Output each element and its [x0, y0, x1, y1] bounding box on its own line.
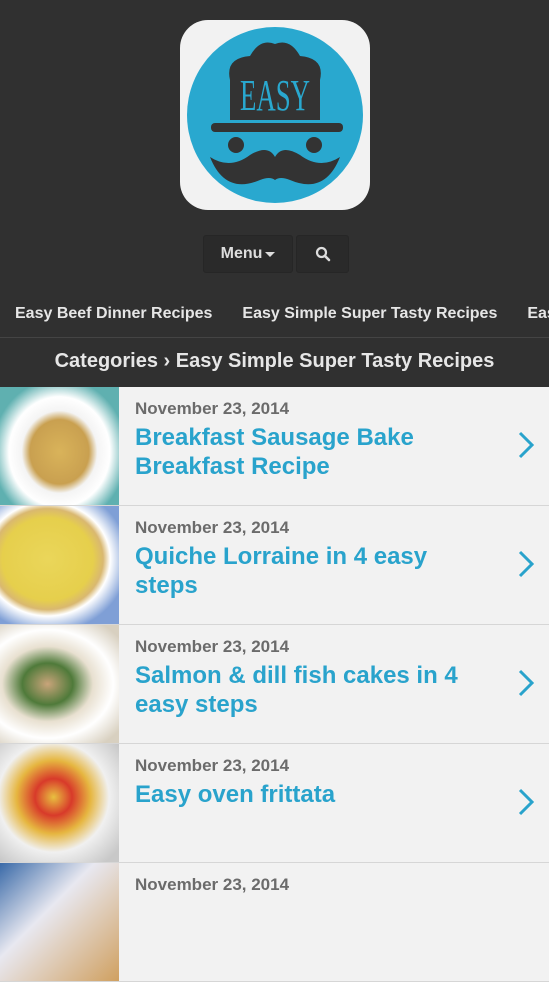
post-title[interactable]: Salmon & dill fish cakes in 4 easy steps [135, 661, 489, 719]
thumbnail [0, 863, 119, 981]
chevron-right-icon [518, 550, 535, 578]
post-date: November 23, 2014 [135, 518, 290, 537]
post-list: November 23, 2014 Breakfast Sausage Bake … [0, 387, 549, 982]
chevron-right-icon [518, 431, 535, 459]
thumbnail [0, 625, 119, 743]
search-button[interactable] [296, 235, 349, 273]
category-link[interactable]: Easy Beef Dinner Recipes [15, 305, 212, 323]
post-date: November 23, 2014 [135, 875, 290, 894]
chef-mustache-logo-icon: EASY [187, 27, 363, 203]
chevron-right-icon [518, 788, 535, 816]
caret-down-icon [265, 251, 276, 257]
thumbnail [0, 744, 119, 862]
list-item[interactable]: November 23, 2014 [0, 863, 549, 982]
category-link[interactable]: Easy Simple Super Tasty Recipes [242, 305, 497, 323]
list-item[interactable]: November 23, 2014 Breakfast Sausage Bake … [0, 387, 549, 506]
menu-button[interactable]: Menu [203, 235, 293, 273]
app-logo[interactable]: EASY [180, 20, 370, 210]
list-item[interactable]: November 23, 2014 Easy oven frittata [0, 744, 549, 863]
list-item[interactable]: November 23, 2014 Quiche Lorraine in 4 ea… [0, 506, 549, 625]
category-link[interactable]: Easy [527, 305, 549, 323]
category-scroller[interactable]: Easy Beef Dinner Recipes Easy Simple Sup… [0, 290, 549, 338]
list-item[interactable]: November 23, 2014 Salmon & dill fish cake… [0, 625, 549, 744]
thumbnail [0, 387, 119, 505]
thumbnail [0, 506, 119, 624]
post-date: November 23, 2014 [135, 637, 290, 656]
post-date: November 23, 2014 [135, 756, 290, 775]
header: EASY Menu [0, 0, 549, 290]
search-icon [315, 246, 330, 262]
breadcrumb: Categories › Easy Simple Super Tasty Rec… [0, 338, 549, 387]
post-title[interactable]: Quiche Lorraine in 4 easy steps [135, 542, 489, 600]
post-title[interactable]: Easy oven frittata [135, 780, 489, 809]
svg-text:EASY: EASY [240, 71, 310, 120]
chevron-right-icon [518, 669, 535, 697]
post-date: November 23, 2014 [135, 399, 290, 418]
post-title[interactable]: Breakfast Sausage Bake Breakfast Recipe [135, 423, 489, 481]
